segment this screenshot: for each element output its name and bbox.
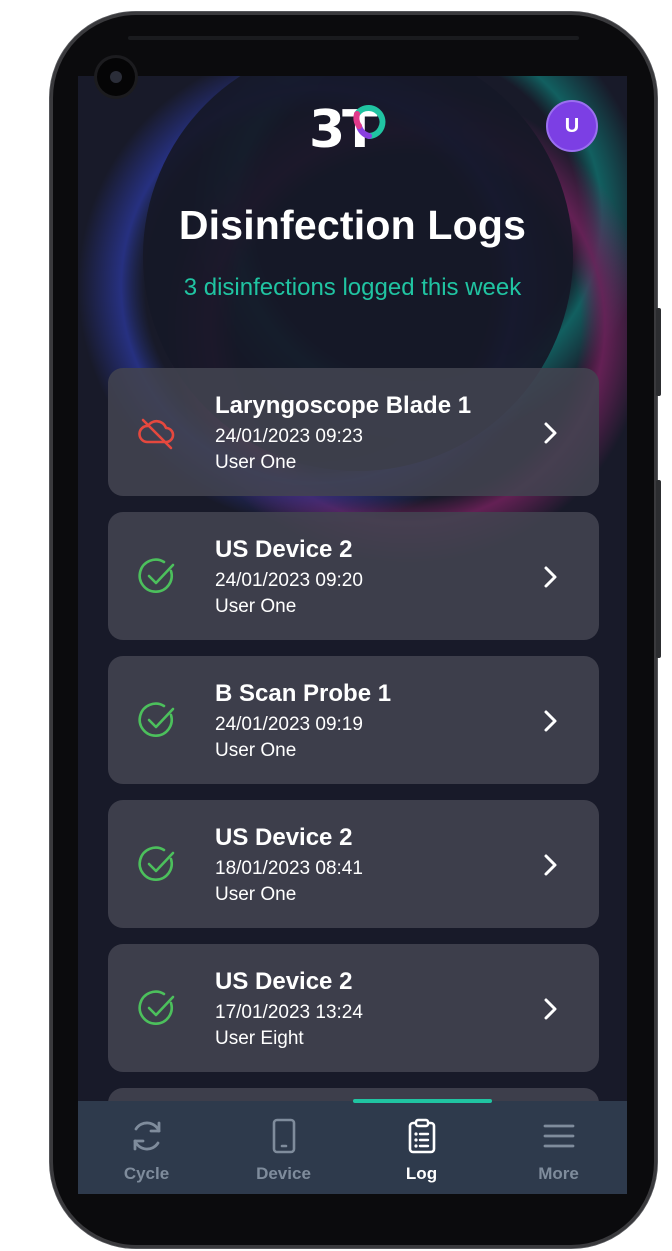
device-name: US Device 2 xyxy=(215,824,353,851)
log-card[interactable]: US Device 2 18/01/2023 08:41 User One xyxy=(108,800,599,928)
check-circle-icon xyxy=(138,558,175,593)
nav-label: Log xyxy=(405,1164,438,1183)
earpiece-speaker xyxy=(128,36,579,40)
nav-item-log[interactable]: Log xyxy=(353,1101,490,1194)
log-card[interactable]: B Scan Probe 1 24/01/2023 09:19 User One xyxy=(108,656,599,784)
nav-label: More xyxy=(538,1164,579,1183)
logo-swirl-icon xyxy=(353,105,386,139)
device-name: Laryngoscope Blade 1 xyxy=(215,392,472,419)
app-screen: 3T U Disinfection Logs 3 disinfections l… xyxy=(78,76,627,1194)
chevron-right-icon xyxy=(544,854,557,876)
log-datetime: 24/01/2023 09:19 xyxy=(215,714,363,735)
chevron-right-icon xyxy=(544,422,557,444)
check-circle-icon xyxy=(138,990,175,1025)
front-camera xyxy=(97,58,135,96)
chevron-right-icon xyxy=(544,566,557,588)
power-button xyxy=(656,480,661,658)
volume-button xyxy=(656,308,661,396)
nav-label: Cycle xyxy=(123,1164,170,1183)
log-datetime: 17/01/2023 13:24 xyxy=(215,1002,363,1023)
bottom-nav: Cycle Device Log More xyxy=(78,1099,627,1194)
chevron-right-icon xyxy=(544,710,557,732)
log-datetime: 24/01/2023 09:20 xyxy=(215,570,363,591)
nav-item-device[interactable]: Device xyxy=(215,1101,352,1194)
log-user: User One xyxy=(215,884,297,905)
log-user: User Eight xyxy=(215,1028,304,1049)
log-user: User One xyxy=(215,740,297,761)
log-user: User One xyxy=(215,596,297,617)
check-circle-icon xyxy=(138,702,175,737)
header: 3T U Disinfection Logs 3 disinfections l… xyxy=(78,76,627,356)
check-circle-icon xyxy=(138,846,175,881)
user-avatar[interactable]: U xyxy=(546,100,598,152)
nav-item-cycle[interactable]: Cycle xyxy=(78,1101,215,1194)
device-name: US Device 2 xyxy=(215,968,353,995)
chevron-right-icon xyxy=(544,998,557,1020)
app-logo: 3T xyxy=(307,96,397,160)
page-title: Disinfection Logs xyxy=(178,202,527,248)
nav-item-more[interactable]: More xyxy=(490,1101,627,1194)
log-card[interactable]: Laryngoscope Blade 1 24/01/2023 09:23 Us… xyxy=(108,368,599,496)
log-card[interactable]: US Device 2 24/01/2023 09:20 User One xyxy=(108,512,599,640)
device-name: B Scan Probe 1 xyxy=(215,680,392,707)
phone-icon xyxy=(272,1118,295,1154)
device-name: US Device 2 xyxy=(215,536,353,563)
menu-icon xyxy=(543,1124,574,1148)
log-datetime: 24/01/2023 09:23 xyxy=(215,426,363,447)
weekly-summary: 3 disinfections logged this week xyxy=(183,274,522,301)
log-user: User One xyxy=(215,452,297,473)
refresh-icon xyxy=(133,1121,160,1151)
log-card[interactable]: US Device 2 17/01/2023 13:24 User Eight xyxy=(108,944,599,1072)
clipboard-icon xyxy=(408,1118,435,1154)
log-datetime: 18/01/2023 08:41 xyxy=(215,858,363,879)
nav-label: Device xyxy=(256,1164,311,1183)
cloud-off-icon xyxy=(138,418,175,450)
